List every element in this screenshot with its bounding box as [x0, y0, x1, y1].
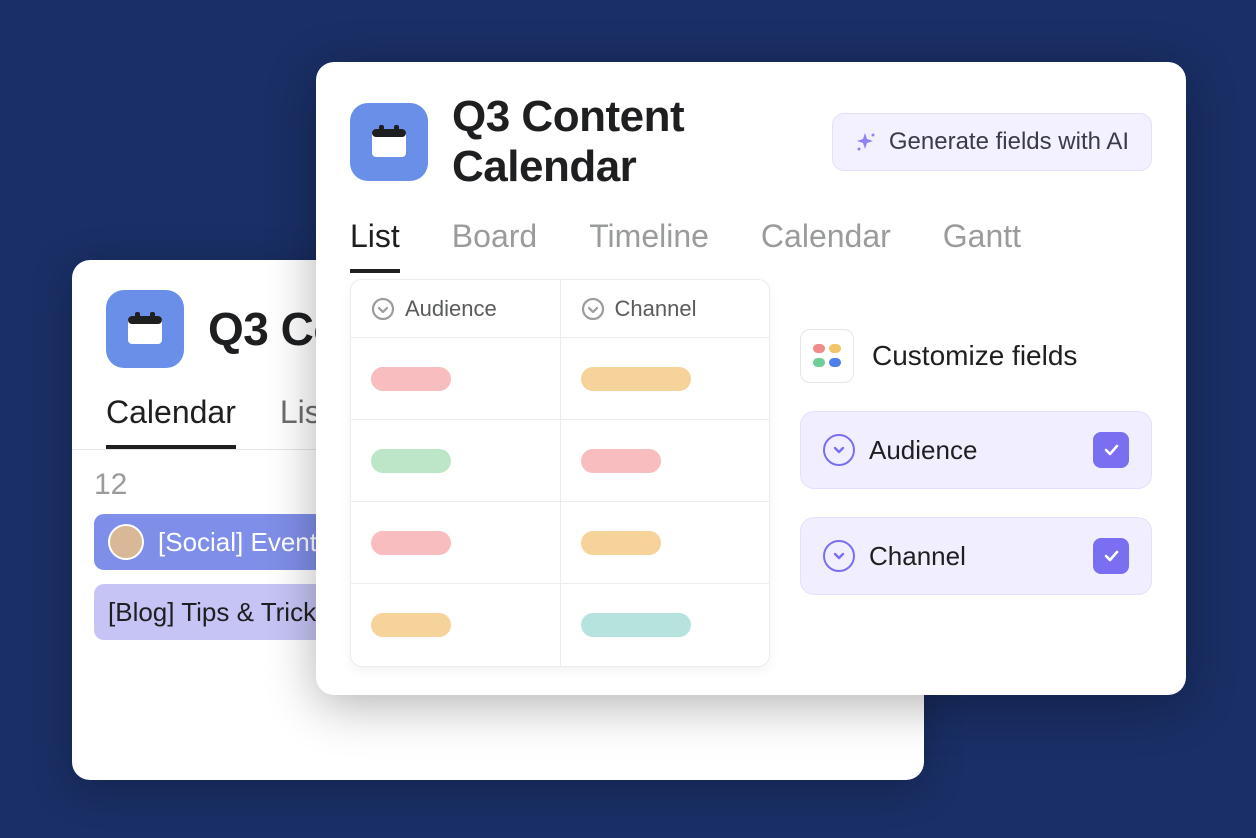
customize-panel: Customize fields Audience Channel	[800, 279, 1152, 623]
tab-gantt[interactable]: Gantt	[943, 218, 1021, 273]
column-header-channel[interactable]: Channel	[561, 280, 770, 338]
avatar	[108, 524, 144, 560]
event-label: [Blog] Tips & Tricks	[108, 597, 329, 628]
value-pill	[581, 613, 691, 637]
field-toggle-audience[interactable]: Audience	[800, 411, 1152, 489]
project-header: Q3 Content Calendar Generate fields with…	[316, 62, 1186, 192]
dropdown-icon	[581, 297, 605, 321]
column-header-audience[interactable]: Audience	[351, 280, 561, 338]
table-cell[interactable]	[561, 338, 770, 420]
field-checkbox[interactable]	[1093, 432, 1129, 468]
calendar-icon	[350, 103, 428, 181]
table-cell[interactable]	[351, 584, 561, 666]
tab-list[interactable]: List	[350, 218, 400, 273]
fields-icon	[800, 329, 854, 383]
dropdown-icon	[823, 434, 855, 466]
dropdown-icon	[823, 540, 855, 572]
table-cell[interactable]	[561, 420, 770, 502]
field-checkbox[interactable]	[1093, 538, 1129, 574]
column-header-label: Channel	[615, 296, 697, 322]
project-body: Audience Channel	[316, 279, 1186, 667]
tab-calendar[interactable]: Calendar	[106, 394, 236, 449]
column-header-label: Audience	[405, 296, 497, 322]
value-pill	[371, 367, 451, 391]
tab-calendar[interactable]: Calendar	[761, 218, 891, 273]
project-card: Q3 Content Calendar Generate fields with…	[316, 62, 1186, 695]
table-cell[interactable]	[351, 338, 561, 420]
value-pill	[581, 367, 691, 391]
customize-header: Customize fields	[800, 329, 1152, 383]
value-pill	[581, 449, 661, 473]
generate-ai-label: Generate fields with AI	[889, 128, 1129, 156]
calendar-icon	[106, 290, 184, 368]
customize-heading: Customize fields	[872, 340, 1077, 372]
fields-table: Audience Channel	[350, 279, 770, 667]
generate-ai-button[interactable]: Generate fields with AI	[832, 113, 1152, 171]
field-name: Audience	[869, 435, 1079, 466]
tab-board[interactable]: Board	[452, 218, 537, 273]
field-name: Channel	[869, 541, 1079, 572]
dropdown-icon	[371, 297, 395, 321]
project-title: Q3 Content Calendar	[452, 92, 808, 192]
table-cell[interactable]	[561, 502, 770, 584]
field-toggle-channel[interactable]: Channel	[800, 517, 1152, 595]
sparkle-icon	[855, 131, 877, 153]
view-tabs: List Board Timeline Calendar Gantt	[316, 192, 1186, 273]
table-cell[interactable]	[351, 420, 561, 502]
value-pill	[371, 531, 451, 555]
value-pill	[371, 613, 451, 637]
table-cell[interactable]	[351, 502, 561, 584]
value-pill	[581, 531, 661, 555]
tab-timeline[interactable]: Timeline	[589, 218, 709, 273]
table-cell[interactable]	[561, 584, 770, 666]
value-pill	[371, 449, 451, 473]
